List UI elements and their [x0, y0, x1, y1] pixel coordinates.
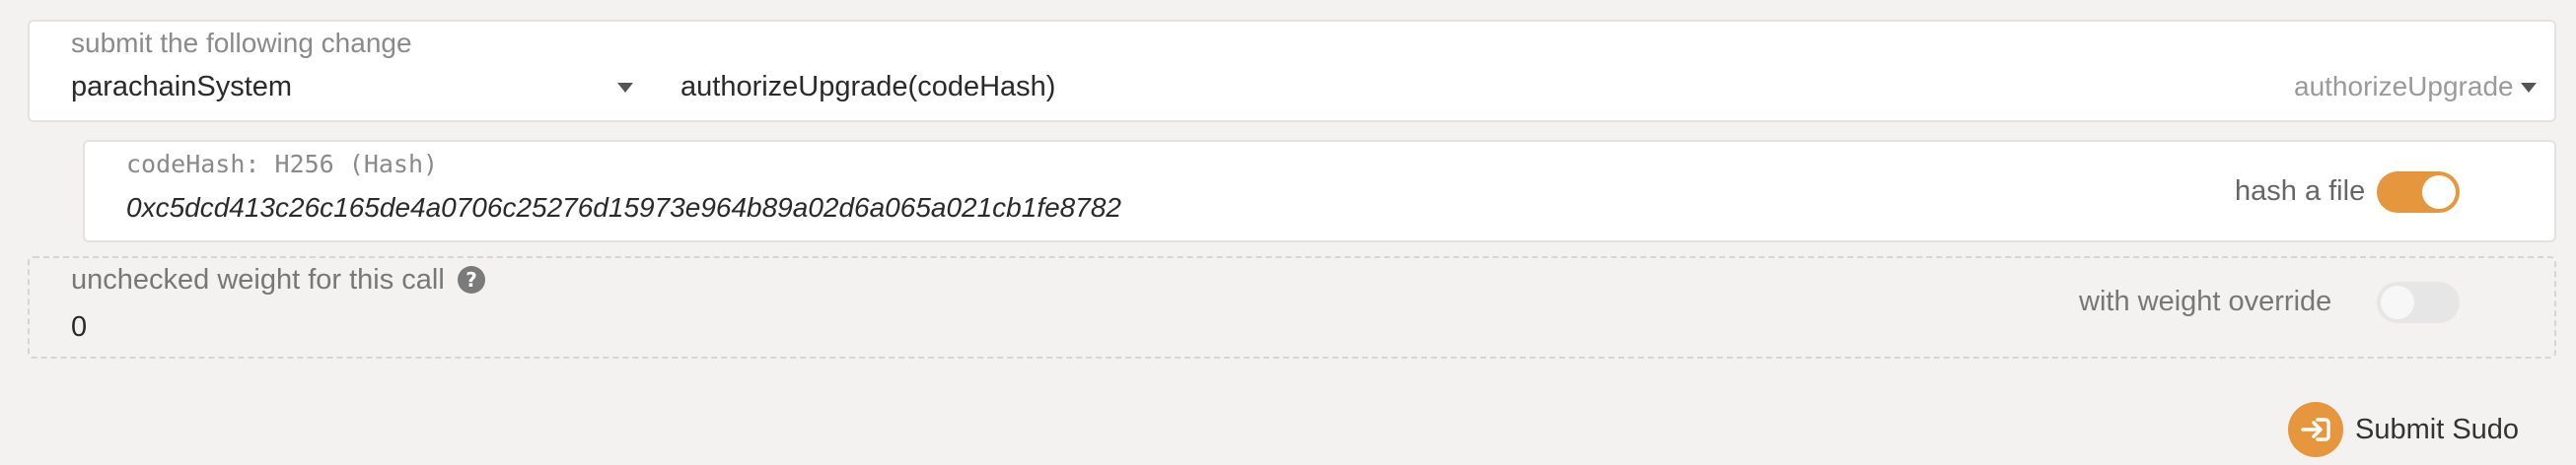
codehash-param-label: codeHash: H256 (Hash)	[126, 150, 439, 178]
codehash-param-panel: codeHash: H256 (Hash) hash a file	[83, 140, 2556, 242]
toggle-knob	[2422, 175, 2456, 209]
module-dropdown[interactable]: parachainSystem	[30, 22, 661, 120]
toggle-knob	[2381, 286, 2414, 319]
sign-in-icon	[2288, 402, 2343, 457]
weight-panel: unchecked weight for this call ? with we…	[28, 256, 2556, 359]
chevron-down-icon	[617, 83, 633, 93]
hash-file-toggle-label: hash a file	[2235, 175, 2366, 207]
weight-label: unchecked weight for this call	[71, 264, 445, 296]
submit-sudo-button[interactable]: Submit Sudo	[2288, 400, 2535, 459]
codehash-input[interactable]	[126, 185, 1507, 231]
weight-override-toggle-label: with weight override	[2079, 286, 2332, 317]
chevron-down-icon	[2521, 83, 2537, 93]
hash-file-toggle[interactable]	[2377, 171, 2460, 213]
method-value: authorizeUpgrade(codeHash)	[680, 71, 1056, 102]
weight-input[interactable]	[71, 305, 663, 349]
module-value: parachainSystem	[71, 71, 293, 102]
method-dropdown[interactable]: authorizeUpgrade(codeHash) authorizeUpgr…	[680, 22, 2554, 120]
help-icon[interactable]: ?	[458, 266, 485, 294]
method-short-label: authorizeUpgrade	[2294, 71, 2514, 101]
weight-override-toggle[interactable]	[2377, 282, 2460, 323]
submit-sudo-label: Submit Sudo	[2355, 414, 2520, 445]
call-selector-panel: submit the following change parachainSys…	[28, 20, 2556, 122]
